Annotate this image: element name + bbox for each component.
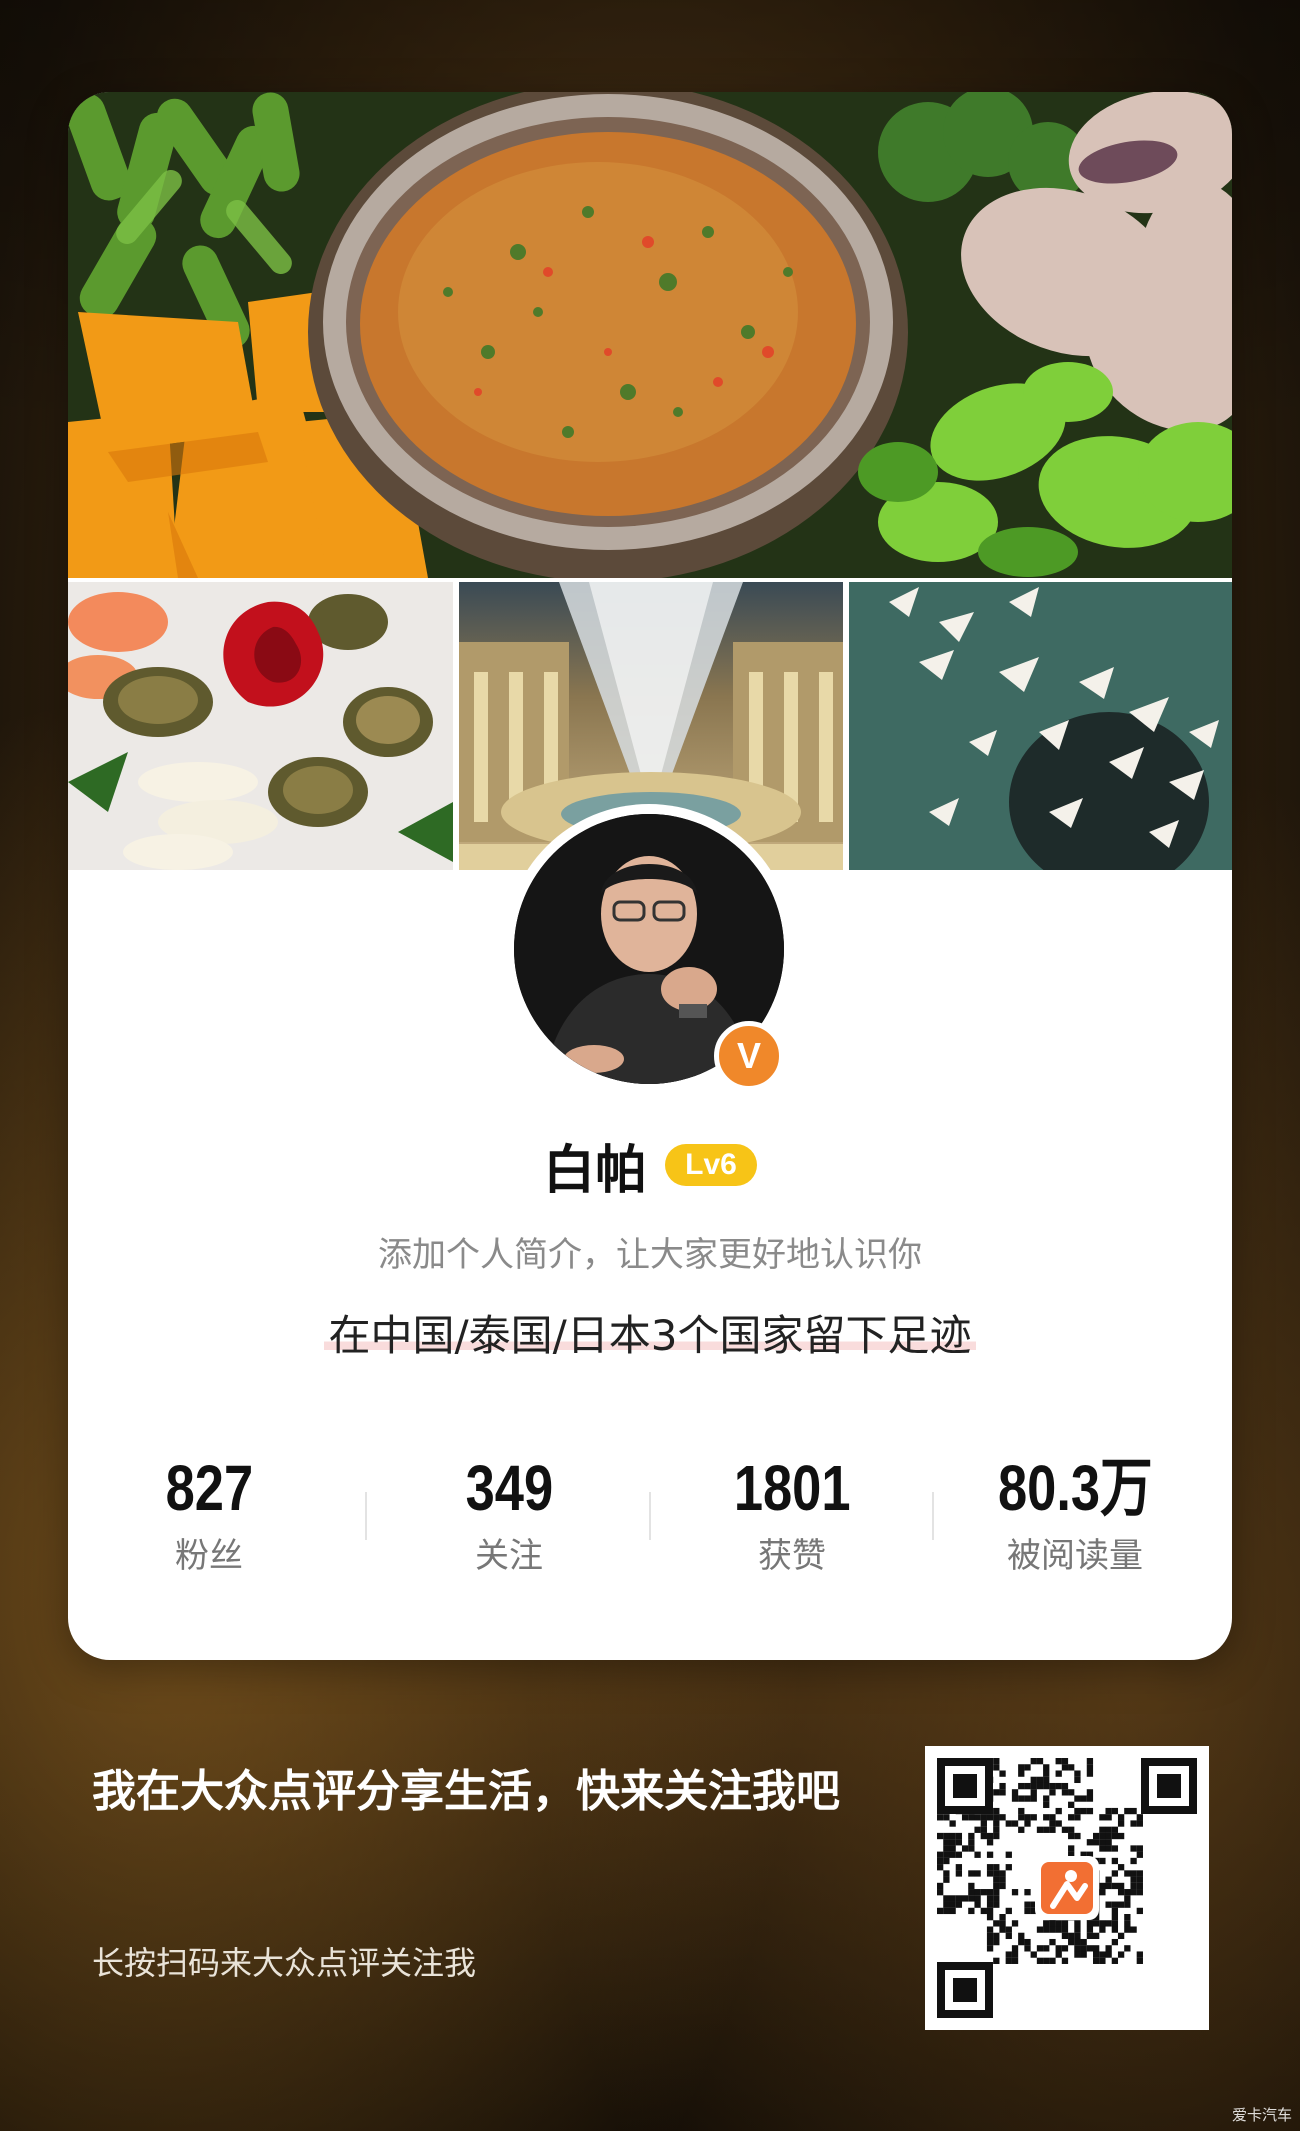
share-subtitle: 长按扫码来大众点评关注我 bbox=[92, 1944, 477, 1982]
level-badge: Lv6 bbox=[665, 1144, 757, 1186]
photo-sashimi[interactable] bbox=[68, 582, 453, 870]
stat-value: 349 bbox=[465, 1452, 553, 1524]
footprint-text: 在中国/泰国/日本3个国家留下足迹 bbox=[68, 1302, 1232, 1363]
stat-value: 827 bbox=[165, 1452, 253, 1524]
share-title: 我在大众点评分享生活，快来关注我吧 bbox=[92, 1766, 840, 1817]
profile-card: V 白帕 Lv6 添加个人简介，让大家更好地认识你 在中国/泰国/日本3个国家留… bbox=[68, 92, 1232, 1660]
stat-label: 获赞 bbox=[758, 1536, 826, 1576]
stat-likes[interactable]: 1801 获赞 bbox=[651, 1452, 933, 1577]
stat-value: 1801 bbox=[733, 1452, 851, 1524]
stat-followers[interactable]: 827 粉丝 bbox=[68, 1452, 350, 1577]
stat-label: 关注 bbox=[475, 1536, 543, 1576]
footprint-highlight: 在中国/泰国/日本3个国家留下足迹 bbox=[324, 1311, 976, 1360]
stat-following[interactable]: 349 关注 bbox=[368, 1452, 650, 1577]
stats-bar: 827 粉丝 349 关注 1801 获赞 80.3万 被阅读量 bbox=[68, 1452, 1232, 1582]
user-name: 白帕 bbox=[543, 1140, 648, 1201]
stat-label: 粉丝 bbox=[175, 1536, 243, 1576]
bio-placeholder[interactable]: 添加个人简介，让大家更好地认识你 bbox=[68, 1227, 1232, 1276]
name-row: 白帕 Lv6 bbox=[68, 1130, 1232, 1201]
cover-photo-hotpot[interactable] bbox=[68, 92, 1232, 578]
verified-badge-icon: V bbox=[714, 1021, 784, 1091]
divider bbox=[365, 1492, 367, 1540]
photo-butterflies[interactable] bbox=[849, 582, 1232, 870]
stat-value: 80.3万 bbox=[997, 1452, 1153, 1524]
stat-reads[interactable]: 80.3万 被阅读量 bbox=[934, 1452, 1216, 1577]
watermark: 爱卡汽车 bbox=[1231, 2106, 1292, 2124]
qr-code[interactable] bbox=[925, 1746, 1209, 2030]
stat-label: 被阅读量 bbox=[1007, 1536, 1143, 1576]
